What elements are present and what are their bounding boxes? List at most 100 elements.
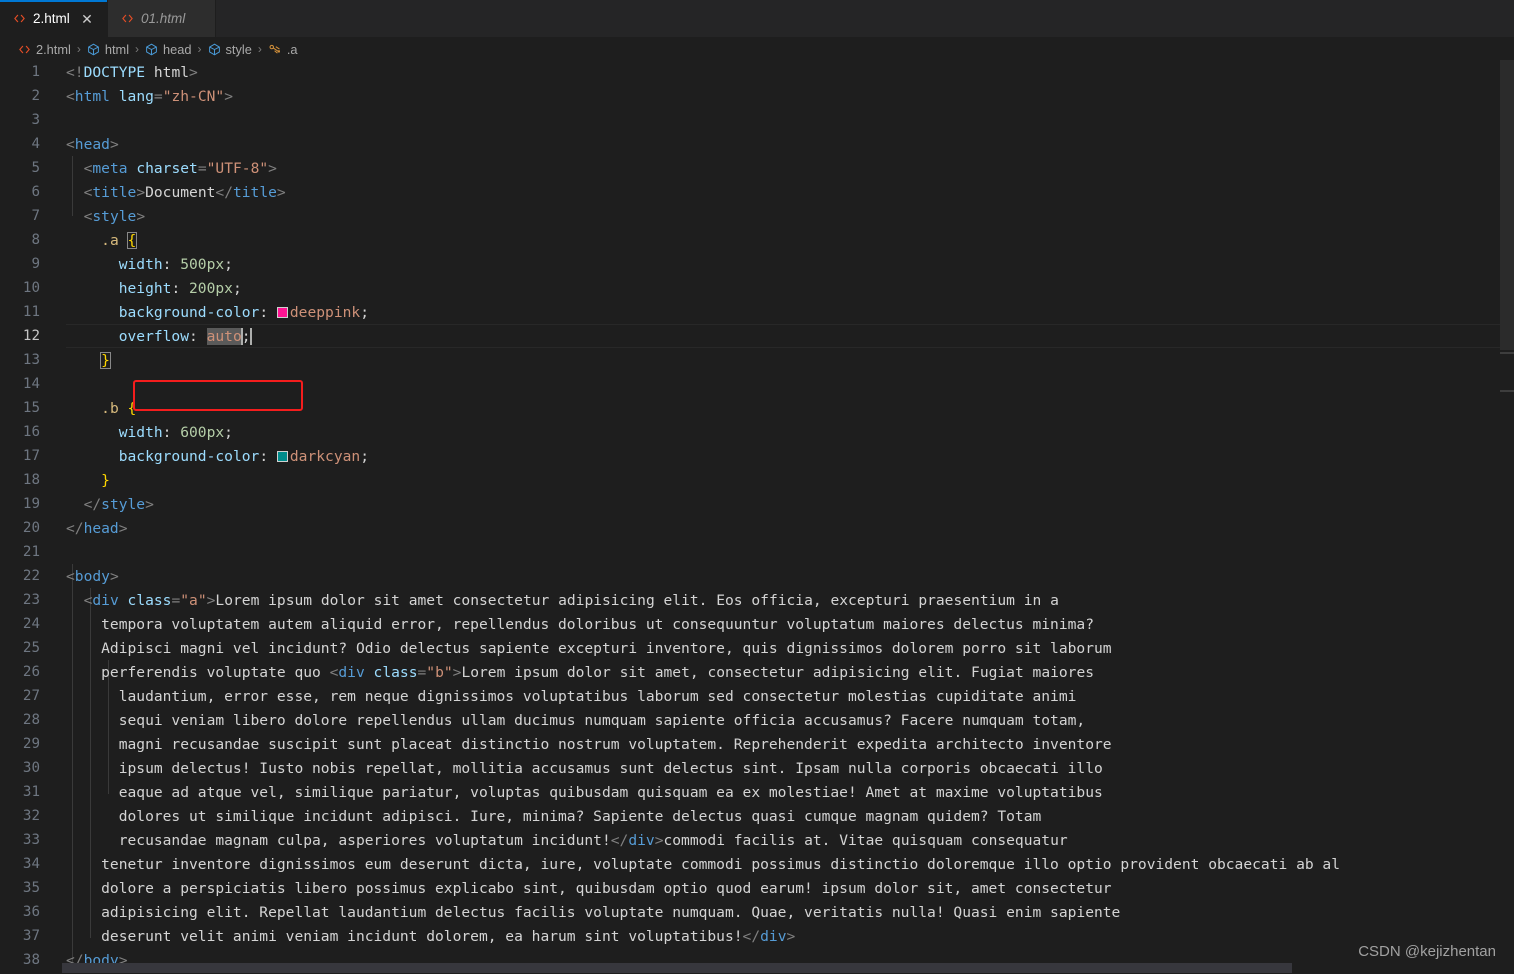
line-content[interactable]: <title>Document</title>	[62, 184, 286, 201]
line-content[interactable]: </style>	[62, 496, 154, 513]
line-content[interactable]: deserunt velit animi veniam incidunt dol…	[62, 928, 795, 945]
code-line[interactable]: 4 <head>	[0, 132, 1514, 156]
code-line[interactable]: 22 <body>	[0, 564, 1514, 588]
code-line[interactable]: 13 }	[0, 348, 1514, 372]
code-line[interactable]: 2 <html lang="zh-CN">	[0, 84, 1514, 108]
code-line[interactable]: 21	[0, 540, 1514, 564]
line-content[interactable]: magni recusandae suscipit sunt placeat d…	[62, 736, 1112, 753]
color-swatch-deeppink[interactable]	[276, 306, 288, 318]
breadcrumb-item-style[interactable]: style	[208, 42, 252, 57]
tab-close-icon[interactable]: ✕	[78, 10, 96, 28]
vertical-scrollbar-thumb[interactable]	[1500, 60, 1514, 350]
code-editor[interactable]: 1 <!DOCTYPE html> 2 <html lang="zh-CN"> 3 …	[0, 60, 1514, 974]
line-number: 34	[22, 856, 40, 872]
line-content[interactable]: <body>	[62, 568, 119, 585]
code-line[interactable]: 28 sequi veniam libero dolore repellendu…	[0, 708, 1514, 732]
line-content[interactable]: ipsum delectus! Iusto nobis repellat, mo…	[62, 760, 1103, 777]
line-content[interactable]: Adipisci magni vel incidunt? Odio delect…	[62, 640, 1111, 657]
code-lines: 1 <!DOCTYPE html> 2 <html lang="zh-CN"> 3 …	[0, 60, 1514, 972]
code-line[interactable]: 25 Adipisci magni vel incidunt? Odio del…	[0, 636, 1514, 660]
tab-label: 2.html	[33, 11, 70, 26]
line-number: 28	[22, 712, 40, 728]
code-line[interactable]: 8 .a {	[0, 228, 1514, 252]
code-line[interactable]: 23 <div class="a">Lorem ipsum dolor sit …	[0, 588, 1514, 612]
breadcrumb-item-html[interactable]: html	[87, 42, 129, 57]
code-line[interactable]: 16 width: 600px;	[0, 420, 1514, 444]
code-line[interactable]: 15 .b {	[0, 396, 1514, 420]
code-line[interactable]: 33 recusandae magnam culpa, asperiores v…	[0, 828, 1514, 852]
line-content[interactable]: width: 600px;	[62, 424, 233, 441]
line-number: 35	[22, 880, 40, 896]
line-content[interactable]: background-color: deeppink;	[62, 304, 369, 321]
selected-text[interactable]: auto	[206, 327, 242, 345]
vertical-scrollbar[interactable]	[1500, 60, 1514, 974]
code-line[interactable]: 27 laudantium, error esse, rem neque dig…	[0, 684, 1514, 708]
code-line[interactable]: 18 }	[0, 468, 1514, 492]
code-line[interactable]: 29 magni recusandae suscipit sunt placea…	[0, 732, 1514, 756]
line-content[interactable]: tempora voluptatem autem aliquid error, …	[62, 616, 1094, 633]
line-content[interactable]: <!DOCTYPE html>	[62, 64, 198, 81]
line-content[interactable]: background-color: darkcyan;	[62, 448, 369, 465]
line-content[interactable]: }	[62, 351, 111, 369]
line-content[interactable]: dolore a perspiciatis libero possimus ex…	[62, 880, 1111, 897]
code-line[interactable]: 36 adipisicing elit. Repellat laudantium…	[0, 900, 1514, 924]
code-line[interactable]: 32 dolores ut similique incidunt adipisc…	[0, 804, 1514, 828]
code-line-active[interactable]: 12 overflow: auto;	[0, 324, 1514, 348]
code-line[interactable]: 19 </style>	[0, 492, 1514, 516]
line-content[interactable]: <html lang="zh-CN">	[62, 88, 233, 105]
line-content[interactable]: dolores ut similique incidunt adipisci. …	[62, 808, 1042, 825]
line-content[interactable]: laudantium, error esse, rem neque dignis…	[62, 688, 1077, 705]
line-content[interactable]: eaque ad atque vel, similique pariatur, …	[62, 784, 1103, 801]
code-line[interactable]: 6 <title>Document</title>	[0, 180, 1514, 204]
code-line[interactable]: 9 width: 500px;	[0, 252, 1514, 276]
tab-2-html[interactable]: 2.html ✕	[0, 0, 108, 37]
code-line[interactable]: 1 <!DOCTYPE html>	[0, 60, 1514, 84]
line-number: 14	[22, 376, 40, 392]
line-content[interactable]: <meta charset="UTF-8">	[62, 160, 277, 177]
code-line[interactable]: 5 <meta charset="UTF-8">	[0, 156, 1514, 180]
line-content[interactable]: </head>	[62, 520, 128, 537]
bracket-match-highlight: {	[126, 231, 138, 249]
line-content[interactable]: }	[62, 472, 110, 489]
breadcrumb-item-file[interactable]: 2.html	[18, 42, 71, 57]
code-line[interactable]: 17 background-color: darkcyan;	[0, 444, 1514, 468]
code-line[interactable]: 31 eaque ad atque vel, similique pariatu…	[0, 780, 1514, 804]
code-line[interactable]: 10 height: 200px;	[0, 276, 1514, 300]
tab-01-html[interactable]: 01.html	[108, 0, 216, 37]
line-content[interactable]: width: 500px;	[62, 256, 233, 273]
line-content[interactable]: adipisicing elit. Repellat laudantium de…	[62, 904, 1120, 921]
line-content[interactable]: <head>	[62, 136, 119, 153]
code-line[interactable]: 20 </head>	[0, 516, 1514, 540]
line-content[interactable]: <div class="a">Lorem ipsum dolor sit ame…	[62, 592, 1059, 609]
code-line[interactable]: 30 ipsum delectus! Iusto nobis repellat,…	[0, 756, 1514, 780]
line-content[interactable]: recusandae magnam culpa, asperiores volu…	[62, 832, 1068, 849]
line-content[interactable]: height: 200px;	[62, 280, 242, 297]
color-swatch-darkcyan[interactable]	[276, 450, 288, 462]
line-content[interactable]: .a {	[62, 231, 138, 249]
breadcrumb-item-head[interactable]: head	[145, 42, 192, 57]
line-content[interactable]: perferendis voluptate quo <div class="b"…	[62, 664, 1094, 681]
breadcrumb-label: html	[104, 41, 130, 57]
code-line[interactable]: 14	[0, 372, 1514, 396]
line-content[interactable]: <style>	[62, 208, 146, 225]
code-line[interactable]: 7 <style>	[0, 204, 1514, 228]
line-content[interactable]: sequi veniam libero dolore repellendus u…	[62, 712, 1086, 729]
line-content[interactable]: overflow: auto;	[62, 327, 252, 345]
horizontal-scrollbar-thumb[interactable]	[62, 963, 1292, 973]
code-line[interactable]: 26 perferendis voluptate quo <div class=…	[0, 660, 1514, 684]
code-line[interactable]: 24 tempora voluptatem autem aliquid erro…	[0, 612, 1514, 636]
code-line[interactable]: 34 tenetur inventore dignissimos eum des…	[0, 852, 1514, 876]
line-number: 23	[22, 592, 40, 608]
line-number: 15	[22, 400, 40, 416]
code-line[interactable]: 35 dolore a perspiciatis libero possimus…	[0, 876, 1514, 900]
code-line[interactable]: 3	[0, 108, 1514, 132]
tab-bar-filler	[216, 0, 1514, 37]
breadcrumb-item-css-selector[interactable]: .a	[268, 42, 298, 57]
line-number: 36	[22, 904, 40, 920]
line-content[interactable]: .b {	[62, 400, 136, 417]
code-line[interactable]: 37 deserunt velit animi veniam incidunt …	[0, 924, 1514, 948]
line-content[interactable]: tenetur inventore dignissimos eum deseru…	[62, 856, 1340, 873]
horizontal-scrollbar[interactable]	[0, 962, 1514, 974]
code-line[interactable]: 11 background-color: deeppink;	[0, 300, 1514, 324]
tab-label: 01.html	[141, 11, 186, 26]
